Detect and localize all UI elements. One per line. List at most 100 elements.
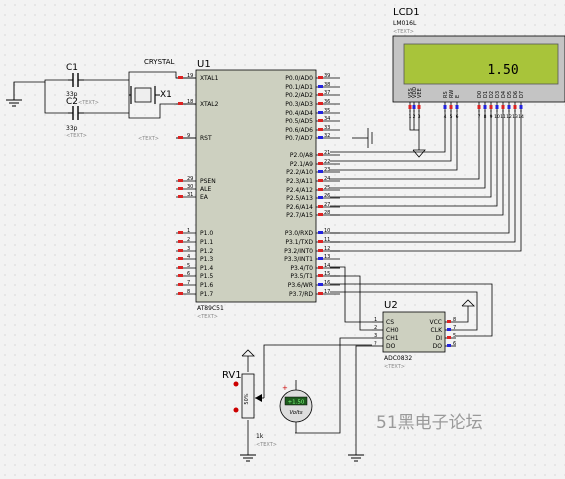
pin-state-indicator bbox=[178, 136, 183, 139]
pin-state-indicator bbox=[318, 128, 323, 131]
mcu-pin-label: P1.6 bbox=[200, 282, 213, 289]
mcu-pin-label: P0.4/AD4 bbox=[285, 110, 313, 117]
pin-state-indicator bbox=[178, 266, 183, 269]
pot-text-tag: <TEXT> bbox=[256, 442, 277, 448]
pin-state-indicator bbox=[447, 328, 451, 331]
mcu-pin-number: 38 bbox=[324, 82, 330, 88]
lcd-pin-number: 10 bbox=[494, 114, 500, 120]
pin-state-indicator bbox=[178, 102, 183, 105]
pin-state-indicator bbox=[318, 257, 323, 260]
mcu-pin-number: 5 bbox=[187, 263, 190, 269]
pin-state-indicator bbox=[318, 274, 323, 277]
pin-state-indicator bbox=[318, 111, 323, 114]
pot-up-indicator[interactable] bbox=[233, 381, 239, 387]
c2-text-tag: <TEXT> bbox=[66, 133, 87, 139]
mcu-pin-label: P3.1/TXD bbox=[285, 239, 313, 246]
mcu-pin-label: P3.0/RXD bbox=[285, 230, 313, 237]
mcu-chip[interactable]: U1 AT89C51 <TEXT> XTAL119XTAL218RST9PSEN… bbox=[176, 59, 340, 320]
lcd-module[interactable]: 1.50 LCD1 LM016L <TEXT> VSS1VDD2VEE3RS4R… bbox=[392, 7, 565, 120]
adc-pin-number: 7 bbox=[453, 325, 456, 331]
crystal-ref: X1 bbox=[160, 90, 172, 100]
mcu-pin-label: P2.3/A11 bbox=[286, 178, 313, 185]
pin-state-indicator bbox=[178, 187, 183, 190]
adc-pin-label: CLK bbox=[431, 327, 444, 334]
mcu-pin-number: 30 bbox=[187, 184, 193, 190]
crystal-part: CRYSTAL bbox=[144, 58, 175, 66]
crystal[interactable]: X1 CRYSTAL <TEXT> bbox=[129, 58, 175, 142]
schematic-canvas[interactable]: 1.50 LCD1 LM016L <TEXT> VSS 1 VDD 2 VEE 3 RS 4 R… bbox=[0, 0, 565, 479]
watermark: 51黑电子论坛 bbox=[376, 413, 483, 433]
pin-state-indicator bbox=[447, 344, 451, 347]
pin-state-indicator bbox=[318, 292, 323, 295]
adc-pin-number: 5 bbox=[453, 333, 456, 339]
pin-state-indicator bbox=[178, 179, 183, 182]
voltmeter-unit: Volts bbox=[289, 410, 302, 416]
pin-state-indicator bbox=[318, 119, 323, 122]
mcu-pin-number: 25 bbox=[324, 185, 330, 191]
pin-state-indicator bbox=[318, 170, 323, 173]
adc-part: ADC0832 bbox=[384, 355, 412, 362]
pin-state-indicator bbox=[178, 231, 183, 234]
mcu-pin-number: 3 bbox=[187, 246, 190, 252]
pin-state-indicator bbox=[318, 283, 323, 286]
potentiometer-rv1[interactable]: 50% RV1 1k <TEXT> bbox=[222, 370, 277, 448]
adc-pin-number: ? bbox=[374, 341, 377, 347]
lcd-pin-label: D7 bbox=[519, 91, 525, 98]
lcd-pin-number: 13 bbox=[512, 114, 518, 120]
mcu-pin-label: P3.5/T1 bbox=[290, 273, 313, 280]
mcu-pin-number: 6 bbox=[187, 271, 190, 277]
mcu-ref: U1 bbox=[197, 59, 211, 70]
pot-percent: 50% bbox=[244, 393, 250, 404]
mcu-pin-number: 39 bbox=[324, 73, 330, 79]
mcu-pin-label: P1.3 bbox=[200, 256, 213, 263]
lcd-pin-label: VEE bbox=[417, 88, 423, 98]
mcu-pin-number: 33 bbox=[324, 125, 330, 131]
mcu-pin-label: P2.2/A10 bbox=[286, 169, 313, 176]
mcu-pin-label: P1.5 bbox=[200, 273, 213, 280]
adc-chip[interactable]: U2 ADC0832 <TEXT> CS 1 CH0 2 CH1 3 DO? VCC 8 CLK 7… bbox=[372, 300, 456, 370]
mcu-pin-label: P3.3/INT1 bbox=[284, 256, 313, 263]
adc-pin-label: DO bbox=[386, 343, 396, 350]
c2-value: 33p bbox=[66, 125, 78, 132]
lcd-pin-number: 4 bbox=[444, 114, 447, 120]
adc-pin-number: 1 bbox=[374, 317, 377, 323]
mcu-pin-number: 4 bbox=[187, 254, 190, 260]
pin-state-indicator bbox=[318, 102, 323, 105]
voltmeter[interactable]: +1.50 Volts + bbox=[279, 384, 313, 423]
mcu-pin-label: XTAL1 bbox=[200, 75, 219, 82]
lcd-display-text: 1.50 bbox=[487, 63, 518, 78]
pin-state-indicator bbox=[449, 105, 453, 109]
mcu-pin-label: P3.6/WR bbox=[288, 282, 313, 289]
mcu-pin-label: P2.4/A12 bbox=[286, 187, 313, 194]
pin-state-indicator bbox=[318, 136, 323, 139]
adc-pin-label: CS bbox=[386, 319, 394, 326]
pin-state-indicator bbox=[408, 105, 412, 109]
mcu-pin-label: P1.4 bbox=[200, 265, 213, 272]
lcd-pin-number: 12 bbox=[506, 114, 512, 120]
pin-state-indicator bbox=[318, 76, 323, 79]
mcu-pin-number: 34 bbox=[324, 116, 330, 122]
pin-state-indicator bbox=[507, 105, 511, 109]
mcu-pin-number: 26 bbox=[324, 193, 330, 199]
mcu-pin-label: P3.4/T0 bbox=[290, 265, 313, 272]
pin-state-indicator bbox=[447, 336, 451, 339]
lcd-pin-number: 14 bbox=[518, 114, 524, 120]
lcd-text-tag: <TEXT> bbox=[393, 29, 414, 35]
pin-state-indicator bbox=[178, 240, 183, 243]
adc-pin-label: DI bbox=[436, 335, 443, 342]
voltmeter-reading: +1.50 bbox=[288, 400, 305, 406]
pot-down-indicator[interactable] bbox=[233, 407, 239, 413]
pin-state-indicator bbox=[318, 179, 323, 182]
pin-state-indicator bbox=[318, 240, 323, 243]
pin-state-indicator bbox=[483, 105, 487, 109]
pin-state-indicator bbox=[178, 292, 183, 295]
mcu-pin-number: 17 bbox=[324, 289, 330, 295]
pin-state-indicator bbox=[443, 105, 447, 109]
mcu-pin-label: P2.5/A13 bbox=[286, 195, 313, 202]
pin-state-indicator bbox=[318, 196, 323, 199]
adc-pin-label: CH1 bbox=[386, 335, 399, 342]
mcu-pin-number: 16 bbox=[324, 280, 330, 286]
mcu-pin-number: 2 bbox=[187, 237, 190, 243]
lcd-pin-number: 2 bbox=[413, 114, 416, 120]
pin-state-indicator bbox=[412, 105, 416, 109]
